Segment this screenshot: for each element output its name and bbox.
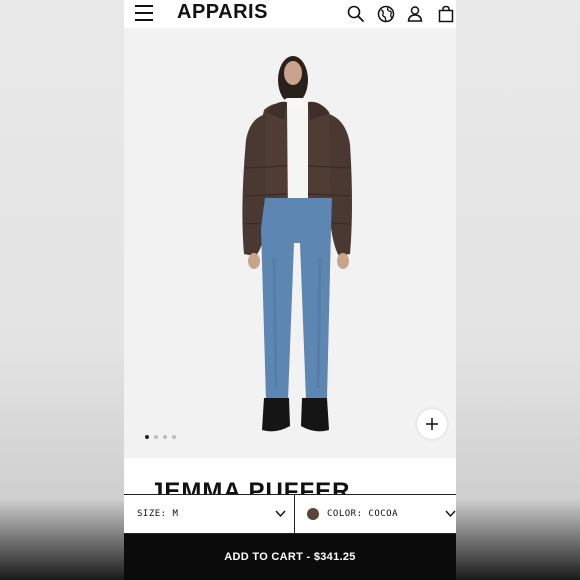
add-to-cart-label: ADD TO CART - $341.25 bbox=[224, 551, 356, 563]
globe-icon[interactable] bbox=[376, 4, 396, 24]
zoom-button[interactable] bbox=[417, 409, 447, 439]
plus-icon bbox=[426, 418, 438, 430]
variant-selectors: SIZE: M COLOR: COCOA bbox=[124, 494, 456, 534]
search-icon[interactable] bbox=[346, 4, 366, 24]
product-image[interactable] bbox=[124, 28, 456, 458]
product-page: APPARIS JEMMA PUFFER SIZE: M COLOR: COCO… bbox=[124, 0, 456, 580]
gallery-dot-3[interactable] bbox=[163, 435, 167, 439]
product-info: JEMMA PUFFER bbox=[124, 458, 456, 494]
gallery-pagination bbox=[145, 435, 176, 439]
model-photo bbox=[242, 56, 352, 432]
menu-icon[interactable] bbox=[135, 5, 153, 21]
chevron-down-icon bbox=[445, 510, 456, 517]
gallery-dot-2[interactable] bbox=[154, 435, 158, 439]
background-right bbox=[456, 0, 580, 580]
bag-icon[interactable] bbox=[436, 4, 456, 24]
color-swatch bbox=[307, 508, 319, 520]
account-icon[interactable] bbox=[405, 4, 425, 24]
gallery-dot-4[interactable] bbox=[172, 435, 176, 439]
size-selector[interactable]: SIZE: M bbox=[124, 495, 295, 533]
color-selector[interactable]: COLOR: COCOA bbox=[295, 495, 456, 533]
size-label: SIZE: M bbox=[137, 509, 179, 519]
chevron-down-icon bbox=[275, 510, 286, 517]
top-navigation-bar: APPARIS bbox=[124, 0, 456, 28]
brand-logo[interactable]: APPARIS bbox=[177, 1, 268, 24]
background-left bbox=[0, 0, 124, 580]
add-to-cart-button[interactable]: ADD TO CART - $341.25 bbox=[124, 534, 456, 580]
color-label: COLOR: COCOA bbox=[327, 509, 399, 519]
gallery-dot-1[interactable] bbox=[145, 435, 149, 439]
product-title: JEMMA PUFFER bbox=[150, 478, 351, 494]
